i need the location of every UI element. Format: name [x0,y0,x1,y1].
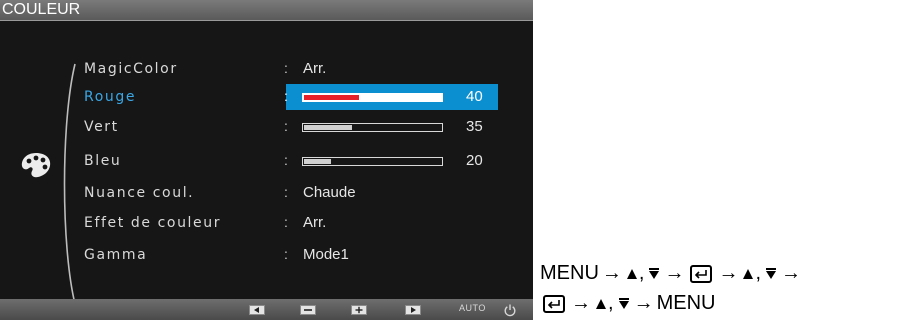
menu-text: MENU [540,262,599,285]
down-triangle-icon [649,268,660,280]
menu-item-rouge[interactable]: Rouge : 40 [0,85,533,111]
minus-icon [304,309,312,311]
slider-value: 20 [466,152,483,169]
enter-key-icon [543,294,565,313]
enter-key-icon [690,264,713,283]
up-triangle-icon [743,268,754,279]
separator: : [284,60,288,76]
menu-item-value: Mode1 [303,246,349,263]
plus-icon [355,306,363,314]
red-level-slider[interactable] [302,93,443,102]
osd-header: COULEUR [0,0,533,21]
menu-item-value: Chaude [303,184,356,201]
menu-item-vert[interactable]: Vert : 35 [0,115,533,141]
menu-item-label: Effet de couleur [84,215,222,231]
control-strip: AUTO [0,299,533,320]
auto-button[interactable]: AUTO [459,303,486,313]
menu-item-label: Vert [84,119,119,135]
green-level-slider[interactable] [302,123,443,132]
menu-text: MENU [656,292,716,315]
instruction-line-1: MENU →, → →, → [540,262,804,285]
plus-key[interactable] [351,305,367,315]
menu-item-label: Nuance coul. [84,185,195,201]
separator: : [284,184,288,200]
menu-item-nuance-coul[interactable]: Nuance coul. : Chaude [0,181,533,207]
menu-item-label: Rouge [84,89,137,105]
slider-value: 35 [466,118,483,135]
arrow: → [601,262,622,285]
up-triangle-icon [596,298,606,309]
blue-level-slider[interactable] [302,157,443,166]
separator: : [284,88,288,104]
menu-item-magiccolor[interactable]: MagicColor : Arr. [0,57,533,83]
separator: : [284,246,288,262]
menu-item-gamma[interactable]: Gamma : Mode1 [0,243,533,269]
separator: : [284,118,288,134]
left-arrow-key[interactable] [249,305,265,315]
comma: , [608,292,614,315]
instruction-line-2: →, → MENU [540,292,715,315]
menu-item-bleu[interactable]: Bleu : 20 [0,149,533,175]
menu-item-label: Gamma [84,247,148,263]
slider-fill [304,159,331,164]
up-triangle-icon [626,268,637,279]
arrow: → [664,262,685,285]
comma: , [638,262,645,285]
menu-item-value: Arr. [303,60,327,77]
menu-item-label: MagicColor [84,61,178,77]
power-icon[interactable] [503,303,517,317]
osd-panel: COULEUR MagicColor : Arr. Rouge : 40 Ver… [0,0,533,320]
separator: : [284,214,288,230]
right-arrow-icon [411,307,416,313]
arrow: → [633,292,654,315]
down-triangle-icon [618,298,629,310]
slider-fill [304,125,352,130]
menu-item-value: Arr. [303,214,327,231]
minus-key[interactable] [300,305,316,315]
right-arrow-key[interactable] [405,305,421,315]
osd-title: COULEUR [2,1,81,18]
left-arrow-icon [254,307,259,313]
slider-value: 40 [466,88,483,105]
slider-fill [304,95,359,100]
comma: , [755,262,762,285]
menu-item-effet-de-couleur[interactable]: Effet de couleur : Arr. [0,211,533,237]
arrow: → [718,262,739,285]
separator: : [284,152,288,168]
arrow: → [781,262,802,285]
menu-item-label: Bleu [84,153,122,169]
arrow: → [571,292,591,315]
down-triangle-icon [766,268,777,280]
